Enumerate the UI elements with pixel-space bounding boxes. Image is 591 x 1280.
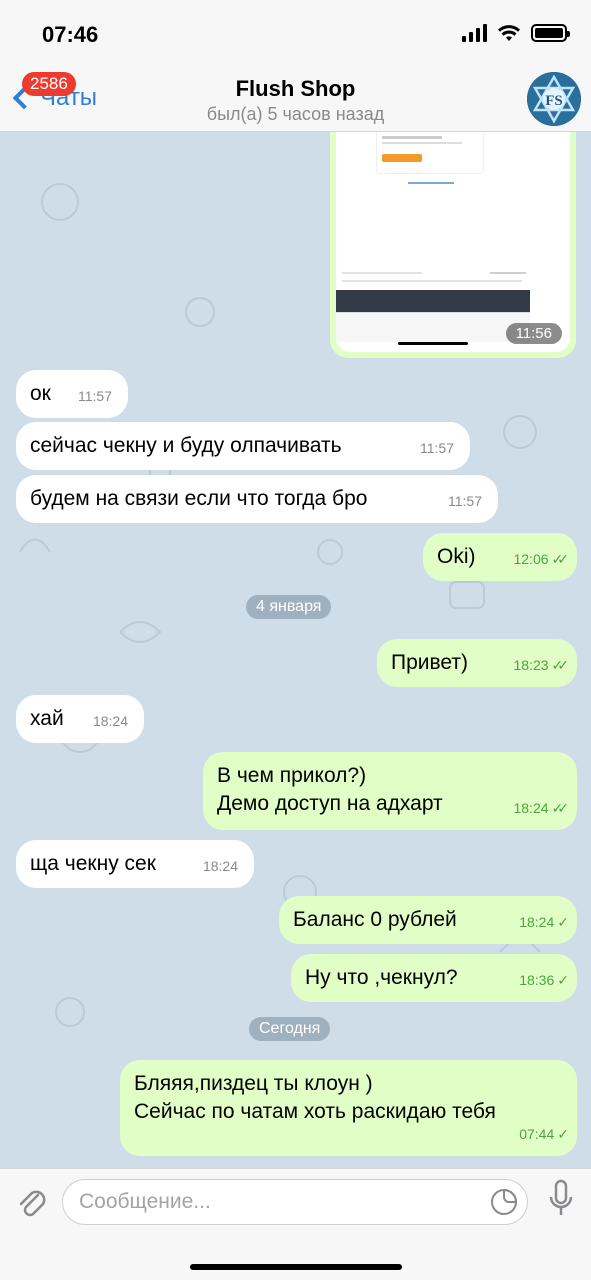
message-text: сейчас чекну и буду олпачивать [30,434,342,457]
message-text: Привет) [391,651,469,674]
message-time: 11:57 [420,440,454,456]
last-seen-status: был(а) 5 часов назад [206,104,385,124]
message-time-text: 18:23 [513,657,549,673]
message-outgoing[interactable]: Ну что ,чекнул? 18:36 ✓ [291,954,577,1002]
date-separator: Сегодня [249,1017,331,1041]
message-outgoing[interactable]: Бляяя,пиздец ты клоун ) Сейчас по чатам … [120,1060,577,1156]
message-text: будем на связи если что тогда бро [30,487,368,510]
home-indicator [190,1264,402,1270]
message-text: Баланс 0 рублей [293,908,457,931]
message-text-line2: Сейчас по чатам хоть раскидаю тебя [134,1100,496,1123]
chat-header: Чаты 2586 Flush Shop был(а) 5 часов наза… [0,68,591,132]
sent-check-icon: ✓ [557,972,568,988]
wifi-icon [498,25,520,41]
status-time: 07:46 [42,22,99,47]
message-time: 18:36 ✓ [519,966,569,994]
message-time: 07:44 ✓ [519,1120,569,1148]
message-list[interactable]: 11:56 ок 11:57 сейчас чекну и буду олпач… [0,132,591,1168]
message-time-text: 18:36 [519,972,555,988]
message-time: 18:24 [202,858,238,874]
sent-check-icon: ✓ [557,1126,568,1142]
read-checks-icon: ✓✓ [551,800,570,816]
message-input[interactable] [79,1190,479,1214]
image-message[interactable]: 11:56 [330,132,576,358]
microphone-icon[interactable] [548,1179,574,1219]
status-bar: 07:46 [0,0,591,68]
status-icons [462,24,570,42]
image-time: 11:56 [505,323,562,344]
message-time: 12:06 ✓✓ [513,545,570,573]
attach-icon[interactable] [14,1183,48,1221]
message-outgoing[interactable]: Привет) 18:23 ✓✓ [377,639,577,687]
message-time-text: 18:24 [513,800,549,816]
avatar[interactable]: FS [527,72,581,126]
message-text-line1: В чем прикол?) [217,764,367,787]
sent-check-icon: ✓ [557,914,568,930]
message-text: Ну что ,чекнул? [305,966,458,989]
message-text-line1: Бляяя,пиздец ты клоун ) [134,1072,373,1095]
message-text: ок [30,382,51,405]
battery-icon [531,24,570,42]
message-time-text: 18:24 [519,914,555,930]
message-text: ща чекну сек [30,852,156,875]
message-time: 18:24 [92,713,128,729]
message-time: 11:57 [448,493,482,509]
message-time: 18:24 ✓✓ [513,794,570,822]
message-outgoing[interactable]: В чем прикол?) Демо доступ на адхарт 18:… [203,752,577,830]
chat-title[interactable]: Flush Shop [0,76,591,102]
composer-bar [0,1168,591,1280]
message-outgoing[interactable]: Баланс 0 рублей 18:24 ✓ [279,896,577,944]
message-text-line2: Демо доступ на адхарт [217,792,443,815]
signal-icon [462,24,487,42]
message-incoming[interactable]: ща чекну сек 18:24 [16,840,254,888]
message-time: 18:24 ✓ [519,908,569,936]
message-text: хай [30,707,64,730]
read-checks-icon: ✓✓ [551,551,570,567]
read-checks-icon: ✓✓ [551,657,570,673]
message-incoming[interactable]: ок 11:57 [16,370,128,418]
message-outgoing[interactable]: Oki) 12:06 ✓✓ [423,533,577,581]
screenshot-image[interactable]: 11:56 [336,132,570,352]
message-incoming[interactable]: хай 18:24 [16,695,144,743]
date-separator: 4 января [246,595,332,619]
sticker-icon[interactable] [489,1187,519,1217]
message-time-text: 07:44 [519,1126,555,1142]
message-text: Oki) [437,545,476,568]
message-time-text: 12:06 [513,551,549,567]
avatar-logo: FS [527,72,581,126]
message-time: 18:23 ✓✓ [513,651,570,679]
message-incoming[interactable]: сейчас чекну и буду олпачивать 11:57 [16,422,470,470]
message-incoming[interactable]: будем на связи если что тогда бро 11:57 [16,475,498,523]
avatar-text: FS [545,93,563,109]
message-time: 11:57 [78,388,112,404]
message-field[interactable] [62,1179,528,1225]
